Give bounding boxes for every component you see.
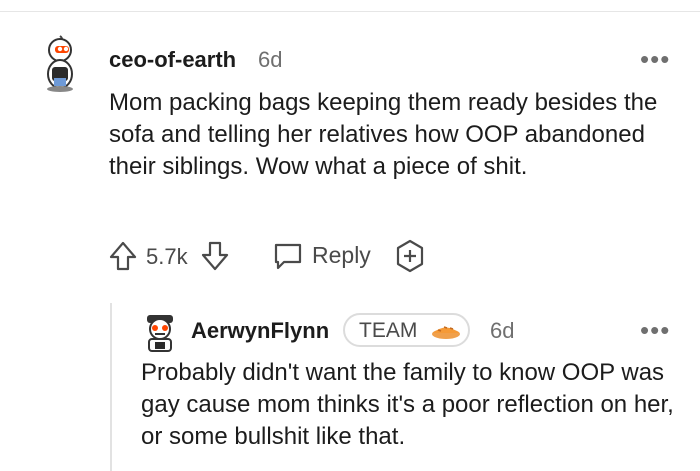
comment-age: 6d	[258, 47, 283, 72]
speech-bubble-icon	[274, 243, 302, 270]
pie-icon	[432, 326, 460, 339]
award-icon[interactable]	[393, 239, 427, 273]
username[interactable]: AerwynFlynn	[191, 318, 329, 344]
more-options-icon[interactable]: •••	[640, 46, 670, 72]
vote-score: 5.7k	[146, 244, 188, 269]
reply-label: Reply	[312, 242, 371, 268]
comment-age: 6d	[490, 318, 515, 343]
upvote-icon[interactable]	[108, 240, 138, 272]
top-divider	[0, 11, 700, 12]
comment-body: Mom packing bags keeping them ready besi…	[109, 89, 658, 180]
user-avatar[interactable]	[38, 34, 84, 94]
flair-label: TEAM	[359, 319, 418, 342]
user-flair: TEAM	[343, 313, 470, 347]
downvote-icon[interactable]	[200, 240, 230, 272]
comment-body: Probably didn't want the family to know …	[141, 359, 674, 450]
more-options-icon[interactable]: •••	[640, 317, 670, 343]
thread-line[interactable]	[110, 303, 112, 471]
user-avatar[interactable]	[141, 312, 179, 354]
username[interactable]: ceo-of-earth	[109, 47, 236, 73]
